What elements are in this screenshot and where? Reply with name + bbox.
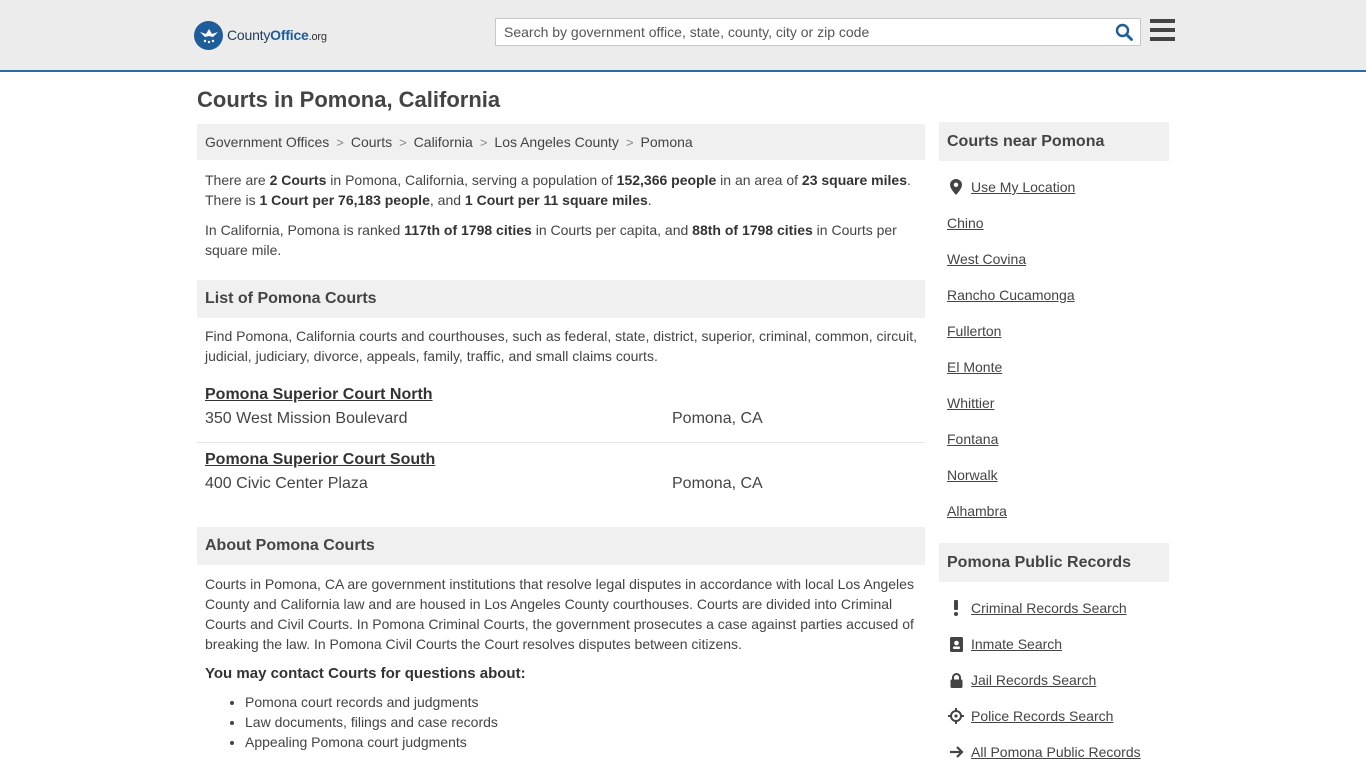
lock-icon — [947, 672, 965, 688]
search-icon — [1115, 23, 1133, 41]
search-input[interactable] — [496, 19, 1108, 45]
site-logo[interactable]: CountyOffice.org — [194, 20, 327, 50]
court-name-link[interactable]: Pomona Superior Court South — [205, 451, 435, 469]
nearby-city-link[interactable]: Rancho Cucamonga — [939, 277, 1169, 313]
hamburger-menu-icon[interactable] — [1150, 19, 1175, 41]
court-address: 350 West Mission Boulevard — [205, 410, 408, 427]
nearby-city-link[interactable]: Whittier — [939, 385, 1169, 421]
breadcrumb-government-offices[interactable]: Government Offices — [205, 134, 329, 150]
sidebar: Courts near Pomona Use My Location Chino… — [939, 122, 1169, 770]
chevron-right-icon: > — [336, 134, 344, 150]
exclamation-icon — [947, 600, 965, 616]
court-name-link[interactable]: Pomona Superior Court North — [205, 386, 433, 404]
jail-records-link[interactable]: Jail Records Search — [939, 662, 1169, 698]
crosshair-icon — [947, 708, 965, 724]
court-city: Pomona, CA — [672, 410, 763, 427]
stats-paragraph: There are 2 Courts in Pomona, California… — [205, 172, 911, 208]
id-badge-icon — [947, 636, 965, 652]
inmate-search-link[interactable]: Inmate Search — [939, 626, 1169, 662]
nearby-city-link[interactable]: West Covina — [939, 241, 1169, 277]
records-heading: Pomona Public Records — [939, 543, 1169, 582]
all-public-records-link[interactable]: All Pomona Public Records — [939, 734, 1169, 770]
map-marker-icon — [947, 179, 965, 195]
court-city: Pomona, CA — [672, 475, 763, 492]
criminal-records-link[interactable]: Criminal Records Search — [939, 590, 1169, 626]
nearby-list: Use My Location Chino West Covina Rancho… — [939, 169, 1169, 529]
main-content: Government Offices > Courts > California… — [197, 124, 925, 752]
about-body: Courts in Pomona, CA are government inst… — [205, 576, 914, 652]
logo-text: CountyOffice.org — [227, 27, 327, 43]
nearby-city-link[interactable]: El Monte — [939, 349, 1169, 385]
chevron-right-icon: > — [479, 134, 488, 150]
arrow-right-icon — [947, 745, 965, 759]
breadcrumb-los-angeles-county[interactable]: Los Angeles County — [494, 134, 619, 150]
site-header: CountyOffice.org — [0, 0, 1366, 72]
use-my-location-link[interactable]: Use My Location — [939, 169, 1169, 205]
breadcrumb-courts[interactable]: Courts — [351, 134, 392, 150]
police-records-label: Police Records Search — [971, 708, 1114, 724]
list-item: Law documents, filings and case records — [245, 712, 925, 732]
breadcrumb-current: Pomona — [640, 134, 693, 150]
chevron-right-icon: > — [399, 134, 407, 150]
ranking-paragraph: In California, Pomona is ranked 117th of… — [205, 222, 897, 258]
court-item: Pomona Superior Court South 400 Civic Ce… — [197, 443, 925, 508]
police-records-link[interactable]: Police Records Search — [939, 698, 1169, 734]
page-title: Courts in Pomona, California — [197, 87, 501, 112]
inmate-search-label: Inmate Search — [971, 636, 1063, 652]
use-location-label: Use My Location — [971, 179, 1076, 195]
court-list: Pomona Superior Court North 350 West Mis… — [197, 378, 925, 508]
all-public-records-label: All Pomona Public Records — [971, 744, 1141, 760]
about-section-heading: About Pomona Courts — [197, 527, 925, 565]
list-section-heading: List of Pomona Courts — [197, 280, 925, 318]
breadcrumb: Government Offices > Courts > California… — [197, 124, 925, 160]
search-bar — [495, 18, 1141, 46]
nearby-heading: Courts near Pomona — [939, 122, 1169, 161]
nearby-city-link[interactable]: Chino — [939, 205, 1169, 241]
nearby-city-link[interactable]: Norwalk — [939, 457, 1169, 493]
contact-heading: You may contact Courts for questions abo… — [205, 665, 526, 682]
records-list: Criminal Records Search Inmate Search Ja… — [939, 590, 1169, 770]
contact-topics: Pomona court records and judgments Law d… — [197, 692, 925, 752]
list-item: Appealing Pomona court judgments — [245, 732, 925, 752]
search-button[interactable] — [1108, 19, 1140, 45]
chevron-right-icon: > — [625, 134, 634, 150]
court-item: Pomona Superior Court North 350 West Mis… — [197, 378, 925, 443]
court-address: 400 Civic Center Plaza — [205, 475, 368, 492]
list-intro: Find Pomona, California courts and court… — [205, 328, 917, 364]
criminal-records-label: Criminal Records Search — [971, 600, 1127, 616]
nearby-city-link[interactable]: Fullerton — [939, 313, 1169, 349]
eagle-logo-icon — [194, 20, 223, 50]
list-item: Pomona court records and judgments — [245, 692, 925, 712]
nearby-city-link[interactable]: Alhambra — [939, 493, 1169, 529]
jail-records-label: Jail Records Search — [971, 672, 1097, 688]
breadcrumb-california[interactable]: California — [414, 134, 473, 150]
nearby-city-link[interactable]: Fontana — [939, 421, 1169, 457]
